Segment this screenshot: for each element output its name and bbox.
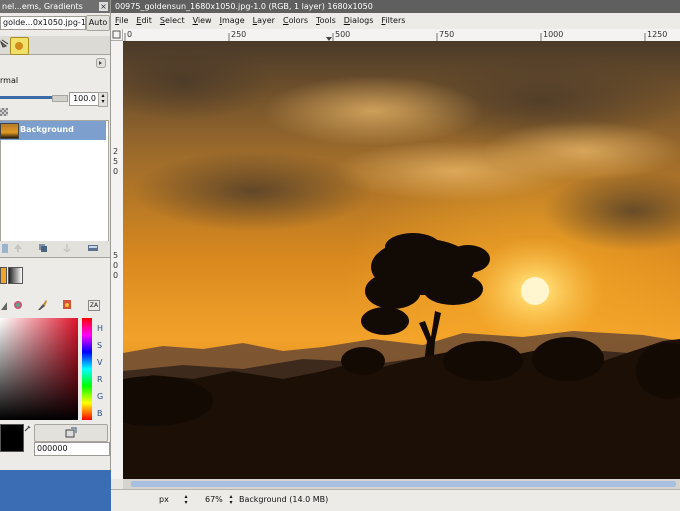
ruler-ticks bbox=[124, 33, 646, 41]
opacity-slider-track bbox=[52, 95, 68, 102]
statusbar: px ▴ ▾ 67% ▴ ▾ Background (14.0 MB) bbox=[111, 489, 680, 511]
zoom-select[interactable]: 67% bbox=[205, 495, 227, 504]
ruler-h-label-3: 750 bbox=[439, 30, 455, 39]
cmyk-icon[interactable] bbox=[62, 299, 72, 312]
sunset-photo bbox=[123, 41, 680, 479]
unit-spinner[interactable]: ▴ ▾ bbox=[183, 494, 189, 506]
desktop-background bbox=[0, 470, 110, 510]
layer-row-background[interactable]: Background bbox=[0, 121, 106, 140]
dock-titlebar: nel...ems, Gradients × bbox=[0, 0, 110, 13]
delete-layer-icon[interactable] bbox=[87, 243, 99, 255]
navigate-icon[interactable] bbox=[111, 29, 123, 41]
current-color-swatch[interactable] bbox=[0, 424, 24, 452]
opacity-slider[interactable] bbox=[0, 96, 52, 99]
opacity-input[interactable]: 100.0 bbox=[69, 92, 99, 106]
gradient-swatch[interactable] bbox=[8, 267, 23, 284]
opacity-spinner[interactable]: ▴ ▾ bbox=[98, 92, 108, 107]
hex-input[interactable]: 000000 bbox=[34, 442, 110, 456]
layer-name: Background bbox=[20, 125, 74, 134]
ruler-h-label-4: 1000 bbox=[543, 30, 564, 39]
ruler-h-label-1: 250 bbox=[231, 30, 247, 39]
menu-layer[interactable]: Layer bbox=[249, 13, 279, 29]
tab-layers[interactable] bbox=[0, 38, 9, 52]
ruler-h-label-0: 0 bbox=[127, 30, 133, 39]
window-title: 00975_goldensun_1680x1050.jpg-1.0 (RGB, … bbox=[111, 0, 680, 13]
layers-tab-icon bbox=[0, 39, 9, 48]
menu-view[interactable]: View bbox=[189, 13, 216, 29]
picker-dialog-icon bbox=[65, 427, 77, 438]
channel-v[interactable]: V bbox=[97, 354, 105, 371]
unit-select[interactable]: px bbox=[159, 495, 179, 504]
dock-title: nel...ems, Gradients bbox=[2, 2, 83, 11]
menu-image[interactable]: Image bbox=[216, 13, 249, 29]
dock-panel: nel...ems, Gradients × golde...0x1050.jp… bbox=[0, 0, 111, 470]
menu-file[interactable]: File bbox=[111, 13, 132, 29]
zoom-spinner[interactable]: ▴ ▾ bbox=[228, 494, 234, 506]
channel-s[interactable]: S bbox=[97, 337, 105, 354]
menu-edit[interactable]: Edit bbox=[132, 13, 156, 29]
chevron-icon[interactable] bbox=[96, 58, 106, 68]
channel-r[interactable]: R bbox=[97, 371, 105, 388]
ruler-v-label-4: 0 bbox=[113, 261, 119, 270]
channel-h[interactable]: H bbox=[97, 320, 105, 337]
duplicate-layer-icon[interactable] bbox=[38, 243, 48, 255]
eyedropper-icon[interactable] bbox=[24, 424, 32, 434]
ruler-v-label-0: 2 bbox=[113, 147, 119, 156]
raise-layer-icon[interactable] bbox=[13, 243, 23, 255]
brush-icon[interactable] bbox=[37, 299, 47, 313]
ruler-v-label-5: 0 bbox=[113, 271, 119, 280]
lock-icon[interactable] bbox=[0, 108, 8, 116]
watercolor-icon[interactable] bbox=[13, 300, 23, 312]
image-canvas[interactable] bbox=[123, 41, 680, 479]
menu-filters[interactable]: Filters bbox=[377, 13, 409, 29]
ruler-v-label-1: 5 bbox=[113, 157, 119, 166]
horizontal-scrollbar[interactable] bbox=[123, 479, 680, 489]
menu-select[interactable]: Select bbox=[156, 13, 189, 29]
color-swatch-orange[interactable] bbox=[0, 267, 7, 284]
mode-select[interactable]: rmal bbox=[0, 75, 104, 87]
close-icon[interactable]: × bbox=[99, 2, 108, 11]
menu-dialogs[interactable]: Dialogs bbox=[340, 13, 378, 29]
menu-colors[interactable]: Colors bbox=[279, 13, 312, 29]
ruler-h-label-2: 500 bbox=[335, 30, 351, 39]
scrollbar-thumb[interactable] bbox=[131, 481, 676, 487]
menu-tools[interactable]: Tools bbox=[312, 13, 340, 29]
ruler-v-label-3: 5 bbox=[113, 251, 119, 260]
channel-b[interactable]: B bbox=[97, 405, 105, 422]
image-window: 00975_goldensun_1680x1050.jpg-1.0 (RGB, … bbox=[111, 0, 680, 511]
paths-tab-icon bbox=[15, 42, 23, 50]
ruler-h-label-5: 1250 bbox=[647, 30, 668, 39]
tab-paths[interactable] bbox=[10, 37, 29, 55]
image-menu[interactable]: golde...0x1050.jpg-1 bbox=[0, 16, 86, 30]
menubar: File Edit Select View Image Layer Colors Tools D… bbox=[111, 13, 680, 29]
new-layer-icon[interactable] bbox=[2, 244, 8, 253]
color-sv-square[interactable] bbox=[0, 318, 78, 420]
color-history-icon[interactable]: ZA bbox=[88, 300, 100, 311]
auto-button[interactable]: Auto bbox=[86, 15, 110, 31]
color-picker-button[interactable] bbox=[34, 424, 108, 442]
ruler-v-label-2: 0 bbox=[113, 167, 119, 176]
channel-labels: H S V R G B bbox=[97, 320, 105, 422]
layer-thumbnail bbox=[0, 123, 19, 139]
triangle-picker-icon[interactable] bbox=[0, 301, 8, 313]
status-info: Background (14.0 MB) bbox=[239, 495, 329, 504]
channel-g[interactable]: G bbox=[97, 388, 105, 405]
anchor-icon[interactable] bbox=[62, 243, 72, 255]
hue-strip[interactable] bbox=[82, 318, 92, 420]
